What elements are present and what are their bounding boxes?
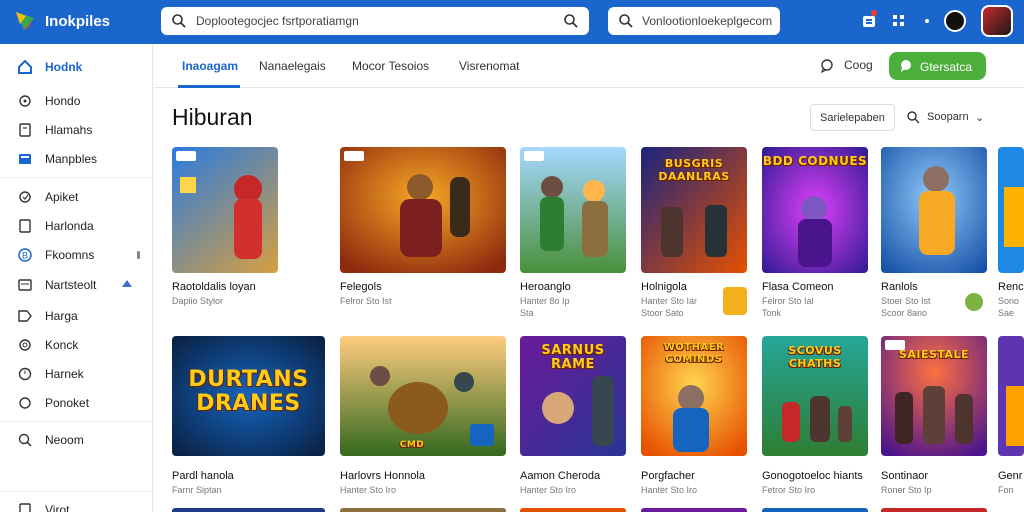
sort-dropdown[interactable]: Sooparn ⌄ xyxy=(906,108,990,128)
clock-icon xyxy=(18,367,32,381)
active-tab-indicator xyxy=(178,85,240,88)
game-thumbnail[interactable] xyxy=(998,147,1024,273)
game-thumbnail-peek[interactable] xyxy=(172,508,325,512)
game-thumbnail[interactable] xyxy=(881,147,987,273)
search-icon xyxy=(619,14,633,28)
expand-caret-icon[interactable] xyxy=(122,280,132,287)
page-title: Hiburan xyxy=(172,104,253,130)
game-thumbnail-peek[interactable] xyxy=(641,508,747,512)
profile-avatar[interactable] xyxy=(981,5,1013,37)
sidebar-item-4[interactable]: Apiket xyxy=(0,184,152,210)
settings-icon xyxy=(19,191,31,203)
sidebar-item-9[interactable]: Konck xyxy=(0,332,152,358)
sidebar-item-5[interactable]: Harlonda xyxy=(0,213,152,239)
chevron-down-icon: ⌄ xyxy=(975,112,985,124)
sidebar-divider xyxy=(0,177,152,178)
more-indicator xyxy=(137,251,140,259)
badge-chip xyxy=(524,151,544,161)
dropdown-caret-icon[interactable] xyxy=(918,12,936,30)
app-logo-icon[interactable] xyxy=(14,10,36,32)
search-icon xyxy=(172,14,186,28)
game-thumbnail[interactable]: SAIESTALE xyxy=(881,336,987,456)
chat-icon[interactable] xyxy=(819,58,835,74)
sidebar-item-12[interactable]: Neoom xyxy=(0,427,152,453)
apps-grid-icon[interactable] xyxy=(890,12,908,30)
search-submit-icon[interactable] xyxy=(563,13,579,29)
tab-visrenomat[interactable]: Visrenomat xyxy=(459,59,519,73)
primary-action-button[interactable]: Gtersatca xyxy=(889,52,986,80)
game-thumbnail-peek[interactable] xyxy=(520,508,626,512)
bookmark-icon xyxy=(19,219,31,233)
sidebar-divider xyxy=(0,491,152,492)
game-thumbnail-peek[interactable] xyxy=(881,508,987,512)
search-icon xyxy=(907,111,920,124)
settings-icon xyxy=(19,397,31,409)
game-thumbnail[interactable] xyxy=(172,147,278,273)
home-icon xyxy=(18,59,32,74)
sidebar-item-13[interactable]: Virot xyxy=(0,497,152,512)
list-icon xyxy=(18,279,32,291)
filter-button[interactable]: Sarielepaben xyxy=(810,104,895,131)
game-thumbnail[interactable]: SCOVUS CHATHS xyxy=(762,336,868,456)
game-thumbnail[interactable] xyxy=(520,147,626,273)
badge-chip xyxy=(885,340,905,350)
bookmark-icon xyxy=(19,123,31,137)
game-thumbnail[interactable]: WOTHAER COMINDS xyxy=(641,336,747,456)
user-avatar[interactable] xyxy=(944,10,966,32)
search-icon xyxy=(18,433,32,447)
sidebar-item-6[interactable]: B Fkoomns xyxy=(0,242,152,268)
sidebar-item-home[interactable]: Hodnk xyxy=(0,54,152,80)
sidebar-item-7[interactable]: Nartsteolt xyxy=(0,272,152,298)
secondary-search-input[interactable]: Vonlootionloekeplgecom xyxy=(642,14,772,28)
game-badge-icon xyxy=(965,293,983,311)
tab-bar: Inaoagam Nanaelegais Mocor Tesoios Visre… xyxy=(154,44,1024,88)
sidebar-item-3[interactable]: Manpbles xyxy=(0,146,152,172)
sidebar-item-10[interactable]: Harnek xyxy=(0,361,152,387)
bookmark-icon xyxy=(19,503,31,512)
search-input[interactable]: Doplootegocjec fsrtporatiamgn xyxy=(196,14,359,28)
search-bar[interactable]: Doplootegocjec fsrtporatiamgn xyxy=(161,7,589,35)
chat-bubble-icon xyxy=(901,60,911,72)
notification-badge xyxy=(871,10,877,16)
tab-mocor-tesoios[interactable]: Mocor Tesoios xyxy=(352,59,429,73)
badge-chip xyxy=(344,151,364,161)
game-thumbnail[interactable]: SARNUS RAME xyxy=(520,336,626,456)
sidebar-divider xyxy=(0,421,152,422)
secondary-search-bar[interactable]: Vonlootionloekeplgecom xyxy=(608,7,780,35)
settings-icon xyxy=(19,339,31,351)
badge-chip xyxy=(176,151,196,161)
game-badge-icon xyxy=(723,287,747,315)
game-thumbnail[interactable]: DURTANS DRANES xyxy=(172,336,325,456)
game-thumbnail[interactable]: CMD xyxy=(340,336,506,456)
grid-icon xyxy=(19,154,31,164)
game-thumbnail-peek[interactable] xyxy=(762,508,868,512)
game-thumbnail[interactable] xyxy=(340,147,506,273)
game-thumbnail[interactable] xyxy=(998,336,1024,456)
brand-name[interactable]: Inokpiles xyxy=(45,13,110,30)
tag-icon xyxy=(18,310,32,322)
tab-nanaelegais[interactable]: Nanaelegais xyxy=(259,59,326,73)
coin-icon: B xyxy=(18,248,32,262)
game-thumbnail[interactable]: BUSGRIS DAANLRAS xyxy=(641,147,747,273)
top-bar: Inokpiles Doplootegocjec fsrtporatiamgn … xyxy=(0,0,1024,44)
sidebar-item-11[interactable]: Ponoket xyxy=(0,390,152,416)
game-thumbnail[interactable]: BDD CODNUES xyxy=(762,147,868,273)
svg-text:B: B xyxy=(22,251,28,261)
sidebar-item-1[interactable]: Hondo xyxy=(0,88,152,114)
sidebar-item-8[interactable]: Harga xyxy=(0,303,152,329)
sidebar: Hodnk Hondo Hlamahs Manpbles Apiket Harl… xyxy=(0,44,153,512)
coog-link[interactable]: Coog xyxy=(844,58,873,72)
tab-inaoagam[interactable]: Inaoagam xyxy=(182,59,238,73)
settings-icon xyxy=(19,95,31,107)
game-thumbnail-peek[interactable] xyxy=(340,508,506,512)
sidebar-item-2[interactable]: Hlamahs xyxy=(0,117,152,143)
